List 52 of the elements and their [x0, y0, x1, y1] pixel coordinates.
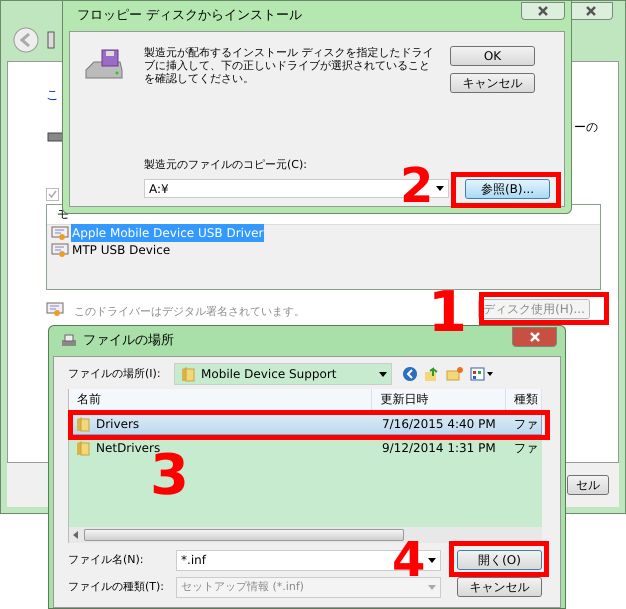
folder-icon	[76, 440, 90, 456]
field-label: ファイルの種類(T):	[68, 578, 166, 595]
cancel-button[interactable]: セル	[567, 475, 609, 495]
folder-icon	[181, 366, 195, 382]
view-menu-icon[interactable]	[470, 367, 494, 381]
dropdown-icon	[436, 186, 444, 191]
horizontal-scrollbar[interactable]	[69, 527, 542, 543]
dropdown-icon	[379, 372, 387, 376]
scroll-left-icon[interactable]	[73, 531, 78, 539]
close-button[interactable]	[512, 327, 557, 347]
cancel-button[interactable]: キャンセル	[450, 73, 535, 93]
table-cell-text: ファ	[513, 440, 538, 457]
list-item[interactable]: MTP USB Device	[71, 241, 172, 259]
browse-button[interactable]: 参照(B)...	[465, 178, 550, 198]
signature-text: このドライバーはデジタル署名されています。	[74, 304, 305, 320]
close-icon	[528, 332, 540, 342]
up-folder-icon[interactable]	[424, 366, 440, 382]
certificate-icon	[46, 300, 64, 317]
checkbox[interactable]	[46, 188, 59, 200]
link-text[interactable]: こ	[46, 86, 59, 106]
back-icon[interactable]	[13, 27, 39, 53]
field-label: ファイル名(N):	[68, 552, 145, 568]
dropdown-icon	[428, 558, 436, 562]
table-cell-text: ファ	[513, 416, 538, 433]
close-icon	[585, 6, 597, 16]
field-label: 製造元のファイルのコピー元(C):	[144, 157, 308, 173]
open-button[interactable]: 開く(O)	[457, 550, 542, 570]
usb-icon	[47, 31, 55, 49]
field-label: ファイルの場所(I):	[68, 366, 162, 382]
file-name: Drivers	[96, 416, 140, 433]
folder-icon	[76, 416, 90, 432]
dropdown-icon	[428, 584, 436, 590]
column-header[interactable]: 種類	[506, 389, 542, 410]
cancel-button[interactable]: キャンセル	[457, 577, 542, 597]
instruction-text: 製造元が配布するインストール ディスクを指定したドライブに挿入して、下の正しいドライブが選択されていることを確認してください。	[144, 46, 434, 87]
certificate-icon	[51, 242, 69, 258]
table-cell-text: 7/16/2015 4:40 PM	[381, 416, 497, 433]
back-icon[interactable]	[402, 366, 418, 382]
column-header[interactable]: 名前	[69, 389, 372, 410]
ok-button[interactable]: OK	[450, 46, 535, 66]
partial-text: ーの	[574, 118, 598, 136]
new-folder-icon[interactable]	[446, 366, 464, 382]
close-button[interactable]	[569, 2, 613, 20]
window-title: ファイルの場所	[83, 332, 174, 350]
window-title: フロッピー ディスクからインストール	[77, 7, 302, 26]
close-icon	[537, 6, 549, 16]
table-cell-text: 9/12/2014 1:31 PM	[381, 440, 497, 457]
location-dropdown[interactable]: Mobile Device Support	[174, 363, 392, 385]
column-header[interactable]: 更新日時	[372, 389, 506, 410]
printer-icon	[61, 334, 77, 348]
certificate-icon	[51, 225, 69, 241]
close-button[interactable]	[521, 2, 565, 20]
